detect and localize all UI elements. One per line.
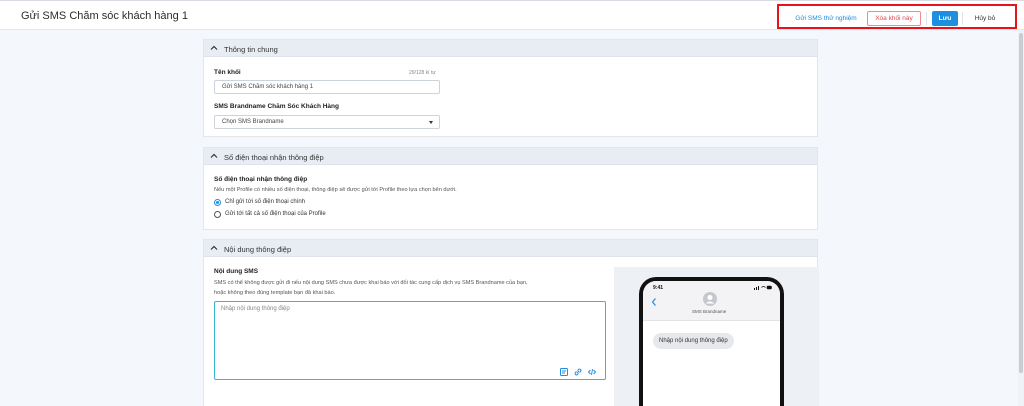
section-title: Nội dung thông điệp: [224, 245, 292, 254]
radio-primary-phone[interactable]: [214, 199, 221, 206]
character-counter: 29/128 kí tự: [409, 70, 436, 76]
message-content-section: Nội dung thông điệp Nội dung SMS SMS có …: [203, 239, 819, 406]
phone-section: Số điện thoại nhận thông điệp Số điện th…: [203, 147, 818, 230]
chevron-down-icon: [429, 121, 433, 124]
textarea-placeholder: Nhập nội dung thông điệp: [221, 306, 290, 312]
brandname-label: SMS Brandname Chăm Sóc Khách Hàng: [214, 103, 339, 110]
radio-all-phones[interactable]: [214, 211, 221, 218]
divider: [962, 12, 963, 25]
phone-help-text: Nếu một Profile có nhiều số điện thoại, …: [214, 187, 457, 193]
delete-block-button[interactable]: Xóa khối này: [867, 11, 921, 26]
brandname-select[interactable]: Chọn SMS Brandname: [214, 115, 440, 129]
general-info-header[interactable]: Thông tin chung: [204, 40, 817, 57]
radio-all-phones-label[interactable]: Gửi tới tất cả số điện thoại của Profile: [225, 211, 326, 217]
section-title: Số điện thoại nhận thông điệp: [224, 153, 324, 162]
block-name-label: Tên khối: [214, 69, 241, 76]
brandname-select-value: Chọn SMS Brandname: [222, 119, 284, 125]
sms-help-line-1: SMS có thể không được gửi đi nếu nội dun…: [214, 280, 528, 286]
top-bar: Gửi SMS Chăm sóc khách hàng 1 Gửi SMS th…: [0, 0, 1024, 30]
page-title: Gửi SMS Chăm sóc khách hàng 1: [21, 10, 188, 22]
scrollbar-thumb[interactable]: [1019, 33, 1023, 373]
phone-label: Số điện thoại nhận thông điệp: [214, 176, 308, 183]
code-icon[interactable]: [588, 368, 596, 376]
phone-section-header[interactable]: Số điện thoại nhận thông điệp: [204, 148, 817, 165]
sms-content-label: Nội dung SMS: [214, 268, 259, 275]
avatar-icon: [703, 292, 717, 306]
phone-header: 9:41 SMS Brandname: [643, 281, 780, 321]
divider: [926, 12, 927, 25]
back-icon: [651, 298, 656, 306]
page-scrollbar[interactable]: [1018, 30, 1024, 406]
chevron-up-icon: [210, 45, 218, 50]
chevron-up-icon: [210, 153, 218, 158]
status-icons: [754, 285, 772, 290]
phone-mockup: 9:41 SMS Brandname Nhập nội dung thông đ…: [639, 277, 784, 406]
send-test-sms-button[interactable]: Gửi SMS thử nghiệm: [791, 11, 861, 26]
block-name-input[interactable]: Gửi SMS Chăm sóc khách hàng 1: [214, 80, 440, 94]
general-info-section: Thông tin chung Tên khối 29/128 kí tự Gử…: [203, 39, 818, 137]
action-buttons-group: Gửi SMS thử nghiệm Xóa khối này Lưu Hủy …: [777, 4, 1017, 29]
radio-primary-phone-label[interactable]: Chỉ gửi tới số điện thoại chính: [225, 199, 305, 205]
section-title: Thông tin chung: [224, 45, 278, 54]
message-section-header[interactable]: Nội dung thông điệp: [204, 240, 817, 257]
chevron-up-icon: [210, 245, 218, 250]
template-icon[interactable]: [560, 368, 568, 376]
preview-brandname: SMS Brandname: [692, 309, 727, 314]
sms-content-textarea[interactable]: Nhập nội dung thông điệp: [214, 301, 606, 380]
message-bubble: Nhập nội dung thông điệp: [653, 333, 734, 349]
cancel-button[interactable]: Hủy bỏ: [965, 11, 1005, 26]
save-button[interactable]: Lưu: [932, 11, 958, 26]
link-icon[interactable]: [574, 368, 582, 376]
sms-help-line-2: hoặc không theo đúng template bạn đã kha…: [214, 290, 336, 296]
phone-time: 9:41: [653, 285, 664, 291]
